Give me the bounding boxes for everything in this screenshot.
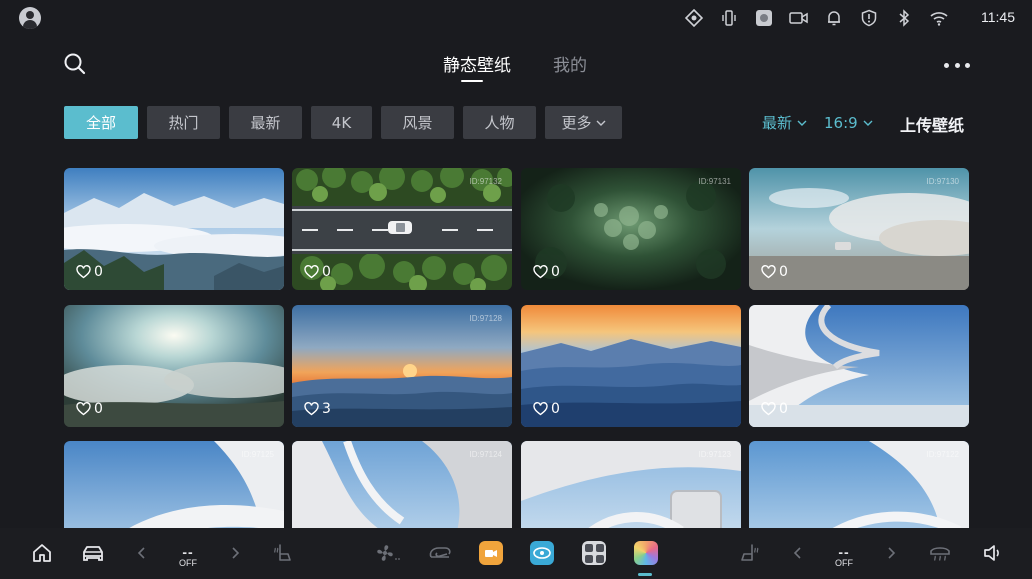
wallpaper-card[interactable]: ID:97132 0 [292, 168, 512, 290]
heart-icon [761, 402, 776, 416]
wallpaper-card[interactable]: 0 [521, 305, 741, 427]
wallpaper-id: ID:97124 [469, 450, 502, 459]
location-diamond-icon[interactable] [676, 8, 711, 28]
home-icon[interactable] [29, 540, 55, 566]
like-count[interactable]: 3 [304, 401, 331, 417]
heart-icon [76, 402, 91, 416]
chevron-left-icon[interactable] [790, 540, 806, 566]
heart-icon [533, 265, 548, 279]
apps-grid-icon[interactable] [581, 540, 607, 566]
category-filters: 全部 热门 最新 4K 风景 人物 更多 [64, 106, 622, 139]
media-app-icon[interactable] [746, 8, 781, 28]
sort-controls: 最新 16:9 [762, 112, 873, 133]
like-count[interactable]: 0 [76, 264, 103, 280]
wallpaper-card[interactable]: ID:97128 3 [292, 305, 512, 427]
heart-icon [761, 265, 776, 279]
filter-chip-all[interactable]: 全部 [64, 106, 138, 139]
phone-vibrate-icon[interactable] [711, 8, 746, 28]
wallpaper-card[interactable]: ID:97131 0 [521, 168, 741, 290]
like-count[interactable]: 0 [76, 401, 103, 417]
shield-alert-icon[interactable] [851, 8, 886, 28]
filter-chip-latest[interactable]: 最新 [229, 106, 302, 139]
filter-chip-scenery[interactable]: 风景 [381, 106, 454, 139]
status-bar: 11:45 [0, 0, 1032, 36]
wallpaper-id: ID:97130 [926, 177, 959, 186]
chevron-down-icon [596, 120, 605, 126]
filter-chip-hot[interactable]: 热门 [147, 106, 220, 139]
filter-chip-people[interactable]: 人物 [463, 106, 536, 139]
filter-chip-more-label: 更多 [561, 114, 592, 132]
like-count-value: 0 [94, 264, 103, 280]
active-app-indicator [638, 573, 652, 576]
right-temperature[interactable]: -- OFF [832, 544, 856, 569]
car-icon[interactable] [80, 540, 106, 566]
heart-icon [304, 265, 319, 279]
wallpaper-id: ID:97122 [926, 450, 959, 459]
tab-static-wallpaper[interactable]: 静态壁纸 [443, 51, 511, 82]
more-options-icon[interactable] [944, 63, 970, 69]
clock: 11:45 [981, 9, 1015, 25]
heart-icon [304, 402, 319, 416]
right-temperature-value: -- [838, 544, 850, 560]
filter-chip-more[interactable]: 更多 [545, 106, 622, 139]
like-count-value: 3 [322, 401, 331, 417]
chevron-right-icon[interactable] [883, 540, 899, 566]
like-count[interactable]: 0 [761, 401, 788, 417]
like-count[interactable]: 0 [533, 264, 560, 280]
left-temperature-value: -- [182, 544, 194, 560]
like-count[interactable]: 0 [304, 264, 331, 280]
wallpaper-card[interactable]: 0 [64, 168, 284, 290]
recirculation-icon[interactable] [426, 540, 454, 566]
camera-app-icon[interactable] [478, 540, 504, 566]
wallpaper-id: ID:97131 [698, 177, 731, 186]
like-count-value: 0 [322, 264, 331, 280]
search-icon[interactable] [63, 52, 87, 76]
like-count[interactable]: 0 [761, 264, 788, 280]
left-temperature[interactable]: -- OFF [176, 544, 200, 569]
rear-defrost-icon[interactable] [926, 540, 954, 566]
ratio-dropdown[interactable]: 16:9 [824, 114, 873, 132]
wallpaper-id: ID:97128 [469, 314, 502, 323]
right-temperature-state: OFF [835, 558, 853, 568]
chevron-right-icon[interactable] [227, 540, 243, 566]
chevron-left-icon[interactable] [134, 540, 150, 566]
user-avatar[interactable] [19, 7, 41, 29]
seat-heat-right-icon[interactable] [736, 540, 762, 566]
like-count-value: 0 [779, 401, 788, 417]
wifi-icon[interactable] [921, 8, 956, 28]
status-icons [676, 8, 956, 28]
camera-record-icon[interactable] [781, 8, 816, 28]
like-count-value: 0 [551, 264, 560, 280]
upload-wallpaper-button[interactable]: 上传壁纸 [900, 112, 964, 136]
like-count-value: 0 [551, 401, 560, 417]
chevron-down-icon [863, 120, 873, 126]
tab-mine[interactable]: 我的 [553, 51, 587, 76]
sort-label: 最新 [762, 114, 793, 132]
wallpaper-id: ID:97125 [241, 450, 274, 459]
heart-icon [76, 265, 91, 279]
wallpaper-id: ID:97123 [698, 450, 731, 459]
left-temperature-state: OFF [179, 558, 197, 568]
wallpaper-card[interactable]: ID:97130 0 [749, 168, 969, 290]
bottom-dock [0, 528, 1032, 579]
wallpaper-id: ID:97132 [469, 177, 502, 186]
seat-heat-left-icon[interactable] [270, 540, 296, 566]
volume-icon[interactable] [979, 540, 1005, 566]
navigation-app-icon[interactable] [529, 540, 555, 566]
wallpaper-card[interactable]: 0 [749, 305, 969, 427]
heart-icon [533, 402, 548, 416]
bell-icon[interactable] [816, 8, 851, 28]
like-count[interactable]: 0 [533, 401, 560, 417]
wallpaper-card[interactable]: 0 [64, 305, 284, 427]
like-count-value: 0 [94, 401, 103, 417]
sort-dropdown[interactable]: 最新 [762, 112, 807, 133]
bluetooth-icon[interactable] [886, 8, 921, 28]
filter-chip-4k[interactable]: 4K [311, 106, 372, 139]
fan-icon[interactable] [372, 540, 402, 566]
chevron-down-icon [797, 120, 807, 126]
ratio-label: 16:9 [824, 113, 858, 132]
like-count-value: 0 [779, 264, 788, 280]
wallpaper-app-icon[interactable] [633, 540, 659, 566]
wallpaper-app: 11:45 静态壁纸 我的 全部 热门 最新 4K 风景 人物 更多 最新 16… [0, 0, 1032, 579]
